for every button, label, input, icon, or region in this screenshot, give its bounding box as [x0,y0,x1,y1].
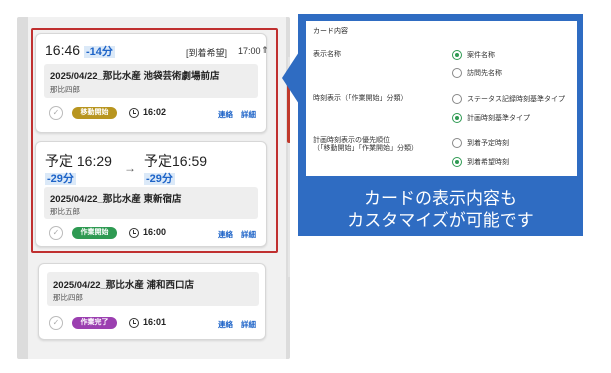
display-name-label: 表示名称 [313,51,341,58]
option-visit-name: 訪問先名称 [467,70,502,77]
radio-plan-time[interactable] [452,113,462,123]
radio-arrival-request[interactable] [452,157,462,167]
settings-heading: カード内容 [313,28,348,35]
radio-status-time[interactable] [452,94,462,104]
callout-pointer [282,52,299,104]
clock-icon [129,318,139,328]
visit-card[interactable]: 2025/04/22_那比水産 浦和西口店 那比四郎 ✓ 作業完了 16:01 … [38,263,266,340]
caption-line-2: カスタマイズが可能です [347,211,534,230]
plan-priority-label: 計画時刻表示の優先順位 （「移動開始」「作業開始」分類） [313,137,418,152]
option-plan-time: 計画時刻基準タイプ [467,115,530,122]
card-settings-form: カード内容 表示名称 案件名称 訪問先名称 時刻表示（「作業開始」分類） ステー… [306,21,577,176]
visit-info-box: 2025/04/22_那比水産 浦和西口店 那比四郎 [47,272,259,306]
assignee-name: 那比四郎 [53,293,83,302]
option-status-time: ステータス記録時刻基準タイプ [467,96,565,103]
status-badge: 作業完了 [72,317,117,329]
radio-visit-name[interactable] [452,68,462,78]
visit-title: 2025/04/22_那比水産 浦和西口店 [53,280,194,291]
option-arrival-plan: 到着予定時刻 [467,140,509,147]
complete-check-icon[interactable]: ✓ [49,316,63,330]
radio-case-name[interactable] [452,50,462,60]
option-arrival-request: 到着希望時刻 [467,159,509,166]
status-time: 16:01 [143,317,167,327]
time-display-label: 時刻表示（「作業開始」分類） [313,95,408,102]
detail-link[interactable]: 詳細 [241,319,256,330]
highlight-frame [31,28,278,253]
radio-arrival-plan[interactable] [452,138,462,148]
contact-link[interactable]: 連絡 [218,319,233,330]
option-case-name: 案件名称 [467,52,495,59]
